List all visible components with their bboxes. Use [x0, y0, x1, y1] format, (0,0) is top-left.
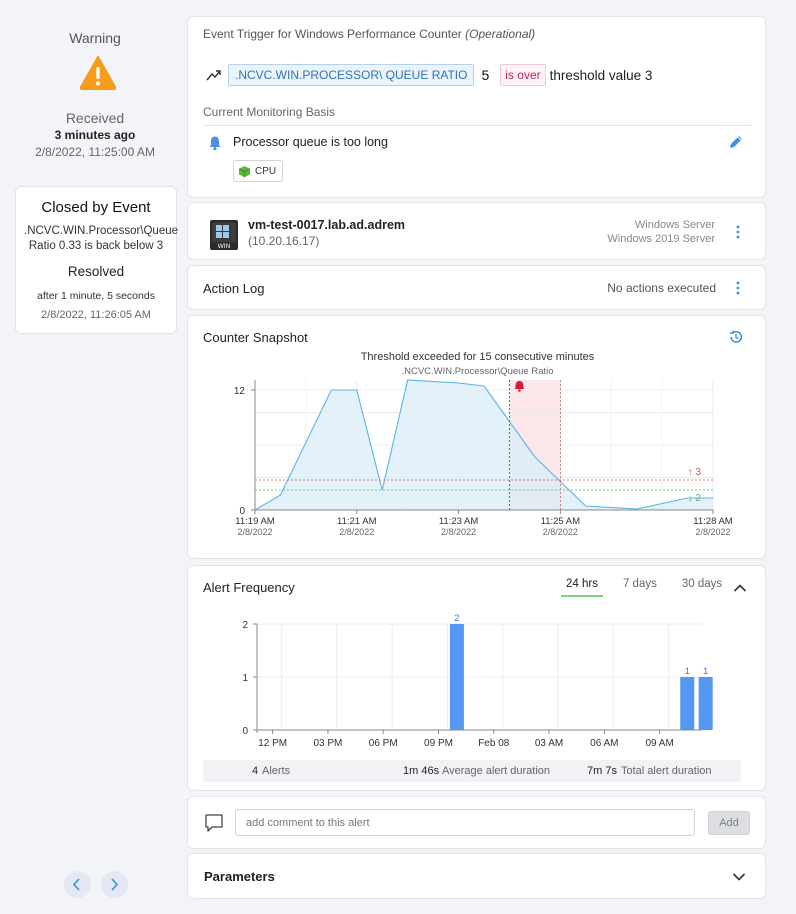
warning-icon: [79, 56, 117, 90]
x-tick-label: 06 AM: [590, 738, 618, 749]
closed-by-event-card: Closed by Event .NCVC.WIN.Processor\Queu…: [15, 186, 179, 334]
received-label: Received: [65, 110, 125, 126]
x-tick-label: 11:25 AM: [541, 516, 581, 527]
bell-icon: [209, 136, 221, 151]
x-tick-label: 03 AM: [535, 738, 563, 749]
alert-frequency-chart: 2 1 1 0 1 2 12 PM 03 PM 06 PM 09 PM Feb 08 03 AM 06 …: [242, 613, 713, 749]
action-log-card: Action Log No actions executed: [187, 265, 766, 310]
x-tick-label: 11:21 AM: [337, 516, 377, 527]
alert-sidebar: Warning Received 3 minutes ago 2/8/2022,…: [0, 0, 190, 914]
y-tick-label: 1: [242, 673, 248, 684]
alert-bar-label: 1: [685, 666, 690, 677]
device-ip: (10.20.16.17): [248, 234, 320, 248]
y-tick-label: 0: [242, 726, 248, 737]
comment-icon: [205, 814, 223, 832]
x-tick-label: 06 PM: [369, 738, 398, 749]
severity-label: Warning: [69, 30, 121, 46]
add-comment-button[interactable]: Add: [708, 811, 750, 835]
action-log-status: No actions executed: [607, 281, 716, 295]
event-trigger-title: Event Trigger for Windows Performance Co…: [203, 27, 535, 41]
alert-stats-bar: 4 Alerts 1m 46s Average alert duration 7…: [203, 760, 741, 782]
device-os-line2: Windows 2019 Server: [607, 233, 715, 245]
x-tick-date: 2/8/2022: [543, 527, 578, 537]
y-tick-label: 12: [234, 386, 246, 397]
event-trigger-card: Event Trigger for Windows Performance Co…: [187, 16, 766, 198]
closed-title: Closed by Event: [41, 199, 151, 216]
alert-bar-label: 2: [454, 613, 459, 624]
x-tick-label: 09 PM: [424, 738, 453, 749]
monitoring-basis-label: Current Monitoring Basis: [203, 105, 336, 119]
device-name[interactable]: vm-test-0017.lab.ad.adrem: [248, 218, 405, 232]
threshold-text: threshold value 3: [549, 67, 653, 83]
condition-badge: is over: [500, 64, 546, 86]
next-alert-button[interactable]: [101, 871, 128, 898]
resolved-status: Resolved: [67, 264, 125, 279]
y-tick-label: 2: [242, 620, 248, 631]
alert-bar: [449, 624, 464, 730]
total-duration-value: 7m 7s: [587, 765, 617, 777]
received-ago: 3 minutes ago: [54, 128, 136, 142]
chevron-down-icon[interactable]: [732, 872, 746, 882]
alert-frequency-card: Alert Frequency 24 hrs 7 days 30 days 21…: [187, 565, 766, 791]
divider: [203, 125, 751, 126]
x-tick-date: 2/8/2022: [441, 527, 476, 537]
resolved-time: 2/8/2022, 11:26:05 AM: [41, 309, 151, 321]
alerts-count: 4: [252, 765, 259, 777]
event-trigger-state: (Operational): [465, 27, 536, 41]
x-tick-label: 03 PM: [313, 738, 342, 749]
action-log-title: Action Log: [203, 281, 265, 296]
avg-duration-label: Average alert duration: [442, 765, 551, 777]
comment-input[interactable]: [235, 809, 695, 836]
resolved-after: after 1 minute, 5 seconds: [37, 290, 155, 302]
received-time: 2/8/2022, 11:25:00 AM: [35, 145, 155, 159]
cpu-tag-label: CPU: [255, 165, 277, 177]
chevron-right-icon: [111, 878, 119, 891]
closed-description: .NCVC.WIN.Processor\Queue Ratio 0.33 is …: [24, 225, 179, 252]
alert-bar-label: 1: [703, 666, 708, 677]
event-trigger-name: Event Trigger for Windows Performance Co…: [203, 27, 462, 41]
device-card: WIN vm-test-0017.lab.ad.adrem (10.20.16.…: [187, 202, 766, 260]
alerts-label: Alerts: [262, 765, 291, 777]
chevron-left-icon: [72, 878, 80, 891]
counter-snapshot-chart: ↑ 3↓ 201211:19 AM2/8/202211:21 AM2/8/202…: [234, 379, 733, 537]
x-tick-label: 11:28 AM: [693, 516, 733, 527]
x-tick-date: 2/8/2022: [695, 527, 730, 537]
x-tick-label: 09 AM: [645, 738, 673, 749]
x-tick-label: 11:19 AM: [235, 516, 275, 527]
alert-bar: [680, 677, 695, 730]
basis-item-label: Processor queue is too long: [233, 135, 388, 149]
alert-bar: [698, 677, 713, 730]
device-os-line1: Windows Server: [634, 219, 715, 231]
comment-card: Add: [187, 796, 766, 849]
alert-bell-clapper: [518, 389, 521, 392]
cube-icon: [238, 165, 251, 177]
x-tick-label: 11:23 AM: [439, 516, 479, 527]
parameters-title: Parameters: [204, 869, 275, 884]
x-tick-date: 2/8/2022: [237, 527, 272, 537]
previous-alert-button[interactable]: [64, 871, 91, 898]
total-duration-label: Total alert duration: [621, 765, 712, 777]
avg-duration-value: 1m 46s: [403, 765, 440, 777]
threshold-label-down: ↓ 2: [688, 493, 702, 504]
current-value: 5: [481, 67, 490, 83]
parameters-card[interactable]: Parameters: [187, 853, 766, 899]
windows-server-icon: WIN: [210, 220, 238, 250]
device-menu-icon[interactable]: [731, 224, 745, 240]
threshold-label-up: ↑ 3: [688, 467, 702, 478]
x-tick-label: Feb 08: [478, 738, 510, 749]
cpu-tag[interactable]: CPU: [233, 160, 284, 182]
action-log-menu-icon[interactable]: [731, 280, 745, 296]
metric-tag[interactable]: .NCVC.WIN.PROCESSOR\ QUEUE RATIO: [228, 64, 475, 86]
edit-icon[interactable]: [728, 134, 744, 150]
windows-server-icon-text: WIN: [218, 243, 231, 250]
trigger-condition-row: .NCVC.WIN.PROCESSOR\ QUEUE RATIO 5 is ov…: [206, 64, 652, 86]
x-tick-label: 12 PM: [258, 738, 287, 749]
counter-snapshot-card: Counter Snapshot Threshold exceeded for …: [187, 315, 766, 559]
x-tick-date: 2/8/2022: [339, 527, 374, 537]
trending-up-icon: [206, 70, 221, 81]
